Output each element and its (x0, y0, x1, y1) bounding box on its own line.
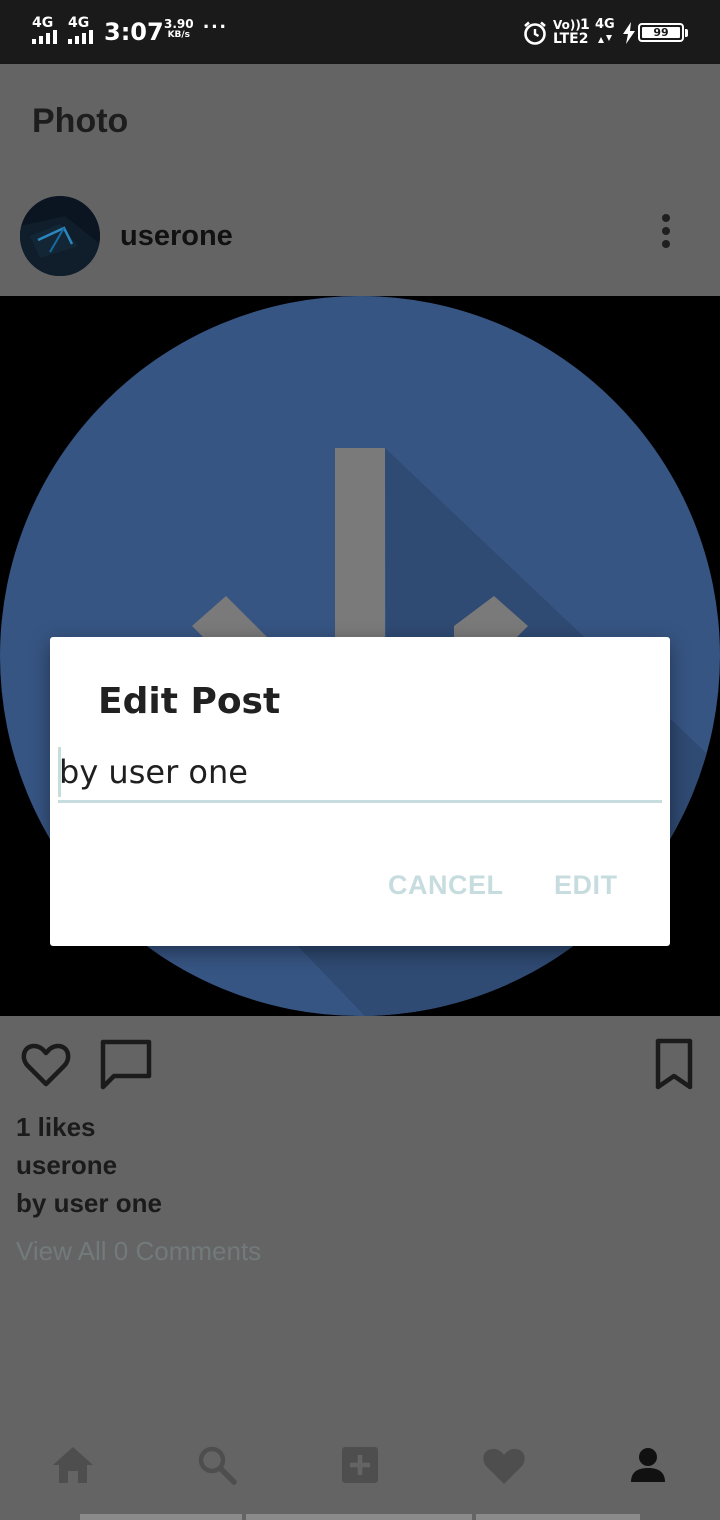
network-type-2: 4G (68, 15, 90, 31)
post-username[interactable]: userone (120, 220, 233, 253)
network-type-1: 4G (32, 15, 54, 31)
network-speed: 3.90 KB/s (164, 18, 194, 40)
data-arrows-icon (598, 35, 612, 43)
bookmark-icon[interactable] (646, 1036, 702, 1092)
post-header: userone (0, 178, 720, 296)
home-icon[interactable] (48, 1440, 98, 1490)
clock: 3:07 (104, 18, 164, 46)
post-owner[interactable]: userone (16, 1150, 117, 1181)
volte-label: Vo)) (553, 18, 581, 32)
page-title: Photo (32, 102, 129, 140)
lte-label: LTE2 (553, 31, 589, 47)
more-options-icon[interactable] (652, 210, 680, 250)
dialog-title: Edit Post (98, 681, 281, 722)
nav-indicator (246, 1514, 472, 1520)
network-type-3: 4G (595, 17, 615, 32)
caption-input[interactable]: by user one (58, 745, 662, 803)
alarm-icon (524, 21, 546, 45)
signal-icon (68, 30, 98, 44)
speed-value: 3.90 (164, 17, 194, 31)
heart-icon[interactable] (18, 1036, 74, 1092)
avatar[interactable] (20, 196, 100, 276)
nav-indicator (476, 1514, 640, 1520)
charging-icon (623, 22, 635, 44)
bottom-nav (0, 1420, 720, 1520)
edit-post-dialog: Edit Post by user one CANCEL EDIT (50, 637, 670, 946)
battery-level: 99 (642, 27, 680, 38)
signal-icon (32, 30, 62, 44)
heart-icon[interactable] (479, 1440, 529, 1490)
nav-indicator (80, 1514, 242, 1520)
comment-icon[interactable] (98, 1036, 154, 1092)
battery-icon: 99 (638, 23, 688, 42)
edit-button[interactable]: EDIT (554, 870, 618, 901)
likes-count: 1 likes (16, 1112, 96, 1142)
status-bar: 4G 4G 3:07 3.90 KB/s ··· Vo)) 1 LTE2 4G … (0, 0, 720, 64)
add-icon[interactable] (335, 1440, 385, 1490)
speed-unit: KB/s (167, 30, 191, 40)
cancel-button[interactable]: CANCEL (388, 870, 504, 901)
view-comments-link[interactable]: View All 0 Comments (16, 1236, 261, 1267)
search-icon[interactable] (192, 1440, 242, 1490)
overflow-dots: ··· (203, 14, 228, 39)
app-bar: Photo (0, 64, 720, 178)
post-caption: by user one (16, 1188, 162, 1218)
profile-icon[interactable] (623, 1440, 673, 1490)
caption-input-value[interactable]: by user one (59, 753, 248, 791)
